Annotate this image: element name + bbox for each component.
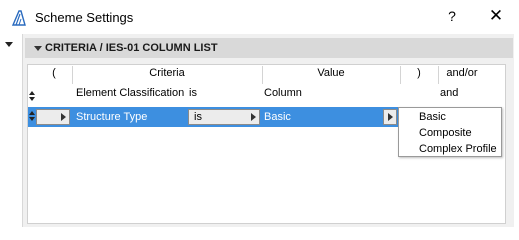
dropdown-arrow-icon [61, 113, 66, 121]
section-header[interactable]: CRITERIA / IES-01 COLUMN LIST [25, 38, 513, 58]
column-header-andor: and/or [446, 67, 478, 79]
row-value[interactable]: Column [264, 87, 302, 104]
value-dropdown-list: Basic Composite Complex Profile [398, 107, 502, 157]
close-button[interactable]: ✕ [487, 6, 505, 26]
column-header-close-paren: ) [417, 67, 421, 79]
value-dropdown-button[interactable] [383, 109, 397, 125]
help-button[interactable]: ? [444, 8, 460, 24]
sidebar-collapse-arrow-icon[interactable] [5, 42, 13, 47]
section-collapse-icon[interactable] [34, 46, 42, 51]
row-reorder-handle-icon[interactable] [29, 91, 37, 103]
row-andor[interactable]: and [440, 87, 458, 104]
row-value[interactable]: Basic [264, 111, 291, 123]
section-title: CRITERIA / IES-01 COLUMN LIST [45, 42, 218, 54]
row-criteria[interactable]: Element Classification [76, 87, 184, 104]
dropdown-option-basic[interactable]: Basic [419, 111, 446, 123]
row-criteria[interactable]: Structure Type [76, 111, 147, 123]
title-bar: Scheme Settings ? ✕ [0, 0, 519, 34]
dropdown-option-composite[interactable]: Composite [419, 127, 472, 139]
column-header-open-paren: ( [52, 67, 56, 79]
dropdown-arrow-icon [388, 113, 393, 121]
operator-dropdown[interactable]: is [188, 109, 260, 125]
dropdown-arrow-icon [251, 113, 256, 121]
column-header-criteria: Criteria [149, 67, 185, 79]
row-operator[interactable]: is [189, 87, 197, 104]
archicad-app-icon [11, 10, 26, 26]
window-title: Scheme Settings [35, 10, 134, 25]
column-header-value: Value [317, 67, 345, 79]
open-paren-dropdown[interactable] [36, 109, 70, 125]
dropdown-option-complex-profile[interactable]: Complex Profile [419, 143, 497, 155]
operator-dropdown-label: is [194, 111, 202, 123]
